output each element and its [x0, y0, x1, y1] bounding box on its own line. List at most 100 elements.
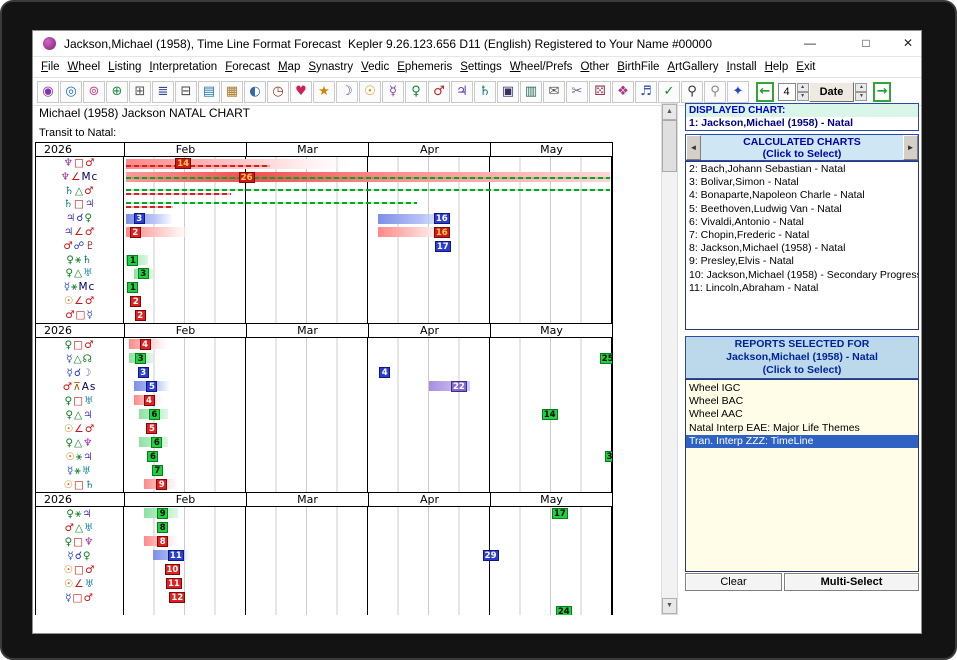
multi-select-button[interactable]: Multi-Select: [784, 573, 919, 591]
compass-icon[interactable]: ✦: [727, 81, 749, 103]
menu-item-other[interactable]: Other: [576, 59, 613, 75]
calculated-chart-item[interactable]: 4: Bonaparte,Napoleon Charle - Natal: [686, 189, 918, 202]
calculated-chart-item[interactable]: 11: Lincoln,Abraham - Natal: [686, 282, 918, 295]
natal-wheel-icon[interactable]: ◉: [37, 81, 59, 103]
menu-item-file[interactable]: File: [37, 59, 64, 75]
calculated-chart-item[interactable]: 8: Jackson,Michael (1958) - Natal: [686, 242, 918, 255]
zoom-in-icon[interactable]: ⚲: [681, 81, 703, 103]
calculated-chart-item[interactable]: 9: Presley,Elvis - Natal: [686, 255, 918, 268]
page-icon[interactable]: ▤: [198, 81, 220, 103]
report-item[interactable]: Wheel BAC: [686, 395, 918, 408]
menu-item-wheel[interactable]: Wheel: [64, 59, 105, 75]
maximize-button[interactable]: □: [851, 31, 881, 56]
date-down-icon[interactable]: ▼: [855, 92, 867, 101]
menu-item-install[interactable]: Install: [723, 59, 761, 75]
calculated-chart-item[interactable]: 6: Vivaldi,Antonio - Natal: [686, 216, 918, 229]
menu-item-wheel-prefs[interactable]: Wheel/Prefs: [506, 59, 577, 75]
biwheel-icon[interactable]: ◎: [60, 81, 82, 103]
timeline-row: ♃☌♀316: [36, 212, 612, 226]
menu-item-vedic[interactable]: Vedic: [357, 59, 393, 75]
aspect-glyph: ☌: [75, 550, 83, 562]
listing-icon[interactable]: ≣: [152, 81, 174, 103]
aspect-glyph: ♀: [65, 437, 74, 449]
calculated-chart-item[interactable]: 10: Jackson,Michael (1958) - Secondary P…: [686, 269, 918, 282]
step-down-icon[interactable]: ▼: [797, 92, 809, 101]
next-period-button[interactable]: →: [873, 82, 891, 102]
gem-icon[interactable]: ❖: [612, 81, 634, 103]
moon-icon[interactable]: ☽: [336, 81, 358, 103]
clear-button[interactable]: Clear: [685, 573, 782, 591]
triwheel-icon[interactable]: ⊚: [83, 81, 105, 103]
report-item[interactable]: Natal Interp EAE: Major Life Themes: [686, 422, 918, 435]
date-button[interactable]: Date: [809, 82, 855, 102]
calculated-scroll-right-icon[interactable]: ►: [903, 135, 918, 160]
aspect-glyph: ♂: [63, 240, 73, 252]
clock-icon[interactable]: ◷: [267, 81, 289, 103]
report-icon[interactable]: ▥: [520, 81, 542, 103]
menu-item-interpretation[interactable]: Interpretation: [145, 59, 221, 75]
venus-icon-glyph: ♀: [411, 84, 421, 99]
scissors-icon[interactable]: ✂: [566, 81, 588, 103]
scroll-up-icon[interactable]: ▲: [662, 104, 677, 120]
scroll-down-icon[interactable]: ▼: [662, 598, 677, 614]
calculated-scroll-left-icon[interactable]: ◄: [686, 135, 701, 160]
timeline-month-label: Apr: [368, 493, 490, 506]
menu-item-exit[interactable]: Exit: [792, 59, 819, 75]
saturn-icon[interactable]: ♄: [474, 81, 496, 103]
minimize-button[interactable]: —: [795, 31, 825, 56]
menu-item-forecast[interactable]: Forecast: [221, 59, 274, 75]
menu-item-ephemeris[interactable]: Ephemeris: [393, 59, 456, 75]
aspect-glyph: □: [76, 309, 87, 321]
menu-item-map[interactable]: Map: [274, 59, 304, 75]
envelope-icon[interactable]: ✉: [543, 81, 565, 103]
globe-icon[interactable]: ◐: [244, 81, 266, 103]
heart-icon[interactable]: ♥: [290, 81, 312, 103]
menu-item-artgallery[interactable]: ArtGallery: [663, 59, 722, 75]
aspect-glyph: ♄: [82, 254, 92, 266]
sun-icon[interactable]: ☉: [359, 81, 381, 103]
calculated-chart-item[interactable]: 3: Bolivar,Simon - Natal: [686, 176, 918, 189]
mercury-icon[interactable]: ☿: [382, 81, 404, 103]
vertical-scrollbar[interactable]: ▲ ▼: [661, 103, 678, 615]
menu-item-birthfile[interactable]: BirthFile: [613, 59, 663, 75]
calendar-icon[interactable]: ▦: [221, 81, 243, 103]
jupiter-icon[interactable]: ♃: [451, 81, 473, 103]
step-up-icon[interactable]: ▲: [797, 83, 809, 92]
aspect-grid-icon[interactable]: ⊞: [129, 81, 151, 103]
step-value-input[interactable]: [778, 83, 796, 101]
toolbar-icons: ◉◎⊚⊕⊞≣⊟▤▦◐◷♥★☽☉☿♀♂♃♄▣▥✉✂⚄❖♬✓⚲⚲✦: [37, 81, 750, 103]
menu-item-settings[interactable]: Settings: [456, 59, 506, 75]
dice-icon[interactable]: ⚄: [589, 81, 611, 103]
zoom-out-icon[interactable]: ⚲: [704, 81, 726, 103]
calculated-charts-list[interactable]: 2: Bach,Johann Sebastian - Natal3: Boliv…: [685, 161, 919, 330]
previous-period-button[interactable]: ←: [756, 82, 774, 102]
aspect-glyph: ♂: [85, 226, 95, 238]
star-chart-icon[interactable]: ★: [313, 81, 335, 103]
report-item[interactable]: Wheel AAC: [686, 408, 918, 421]
date-up-icon[interactable]: ▲: [855, 83, 867, 92]
menu-item-help[interactable]: Help: [761, 59, 793, 75]
print-icon[interactable]: ⊟: [175, 81, 197, 103]
music-icon[interactable]: ♬: [635, 81, 657, 103]
close-button[interactable]: ✕: [893, 31, 923, 56]
quadwheel-icon[interactable]: ⊕: [106, 81, 128, 103]
report-item[interactable]: Tran. Interp ZZZ: TimeLine: [686, 435, 918, 448]
scrollbar-thumb[interactable]: [662, 120, 677, 172]
menu-item-synastry[interactable]: Synastry: [304, 59, 357, 75]
report-item[interactable]: Wheel IGC: [686, 382, 918, 395]
calculated-chart-item[interactable]: 2: Bach,Johann Sebastian - Natal: [686, 163, 918, 176]
calculated-chart-item[interactable]: 7: Chopin,Frederic - Natal: [686, 229, 918, 242]
aspect-glyphs: ☉⚹♃: [36, 450, 124, 464]
reports-list[interactable]: Wheel IGCWheel BACWheel AACNatal Interp …: [685, 379, 919, 572]
timeline-track: 12: [124, 591, 612, 605]
mars-icon[interactable]: ♂: [428, 81, 450, 103]
timeline-track: 24: [124, 605, 612, 615]
check-icon[interactable]: ✓: [658, 81, 680, 103]
calculated-chart-item[interactable]: 5: Beethoven,Ludwig Van - Natal: [686, 203, 918, 216]
menu-bar: FileWheelListingInterpretationForecastMa…: [33, 57, 921, 78]
chart-subtitle: Transit to Natal:: [39, 127, 116, 139]
frame-icon[interactable]: ▣: [497, 81, 519, 103]
menu-item-listing[interactable]: Listing: [104, 59, 145, 75]
venus-icon[interactable]: ♀: [405, 81, 427, 103]
aspect-glyph: △: [75, 185, 84, 197]
